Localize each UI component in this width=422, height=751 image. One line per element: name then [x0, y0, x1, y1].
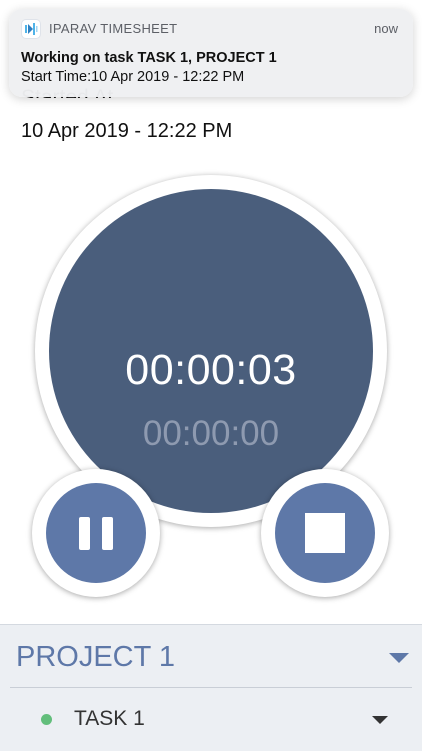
project-name: PROJECT 1 — [16, 641, 176, 673]
pause-bar-right — [102, 517, 113, 550]
notification-body: Start Time:10 Apr 2019 - 12:22 PM — [21, 69, 245, 85]
pause-icon — [46, 483, 146, 583]
elapsed-time: 00:00:03 — [125, 346, 297, 394]
task-selector[interactable]: TASK 1 — [0, 688, 422, 751]
project-selector[interactable]: PROJECT 1 — [0, 625, 422, 687]
start-time-value: 10 Apr 2019 - 12:22 PM — [21, 120, 233, 142]
timer-dial-face: 00:00:03 00:00:00 — [49, 189, 373, 513]
secondary-time: 00:00:00 — [142, 414, 280, 453]
app-icon — [21, 19, 41, 39]
chevron-down-icon — [389, 653, 409, 663]
notification-time: now — [374, 21, 398, 36]
notification-title: Working on task TASK 1, PROJECT 1 — [21, 50, 277, 66]
stop-square — [305, 513, 345, 553]
pause-button[interactable] — [32, 469, 160, 597]
notification-app-name: IPARAV TIMESHEET — [49, 21, 178, 36]
task-name: TASK 1 — [74, 707, 145, 730]
stop-icon — [275, 483, 375, 583]
task-status-dot — [41, 714, 52, 725]
stop-button[interactable] — [261, 469, 389, 597]
notification-banner[interactable]: IPARAV TIMESHEET now Working on task TAS… — [9, 9, 413, 97]
caret-down-icon — [372, 716, 388, 724]
pause-bar-left — [79, 517, 90, 550]
project-panel: PROJECT 1 TASK 1 — [0, 624, 422, 751]
